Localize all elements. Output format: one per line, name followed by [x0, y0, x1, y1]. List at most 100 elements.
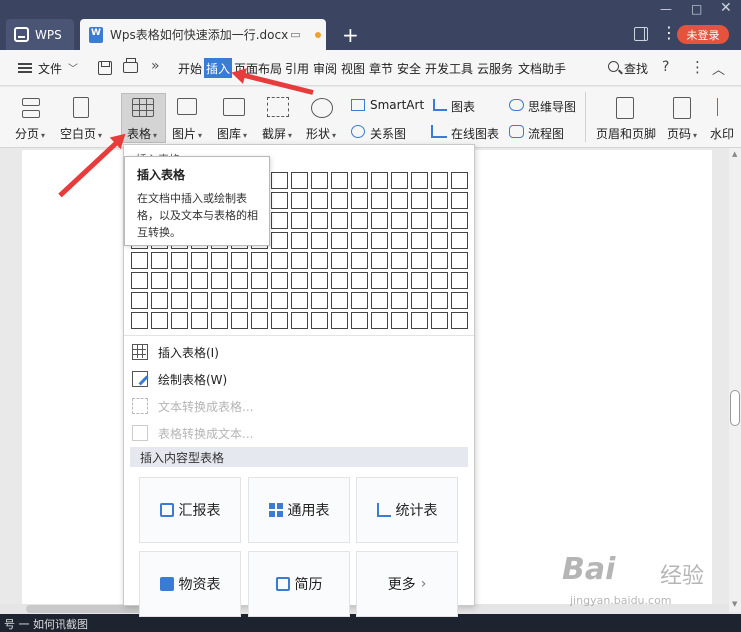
grid-cell[interactable]	[171, 272, 188, 289]
grid-cell[interactable]	[371, 272, 388, 289]
grid-cell[interactable]	[431, 212, 448, 229]
grid-cell[interactable]	[391, 252, 408, 269]
draw-table-item[interactable]: 绘制表格(W)	[132, 367, 467, 391]
grid-cell[interactable]	[251, 292, 268, 309]
grid-cell[interactable]	[231, 272, 248, 289]
grid-cell[interactable]	[311, 252, 328, 269]
grid-cell[interactable]	[231, 252, 248, 269]
grid-cell[interactable]	[151, 252, 168, 269]
grid-cell[interactable]	[451, 312, 468, 329]
tab-doc-assistant[interactable]: 文档助手	[518, 60, 566, 77]
grid-cell[interactable]	[271, 172, 288, 189]
grid-cell[interactable]	[391, 232, 408, 249]
grid-cell[interactable]	[391, 192, 408, 209]
grid-cell[interactable]	[351, 292, 368, 309]
grid-cell[interactable]	[211, 252, 228, 269]
grid-cell[interactable]	[331, 172, 348, 189]
grid-cell[interactable]	[351, 312, 368, 329]
chevron-down-icon[interactable]: ﹀	[68, 60, 78, 75]
minimize-icon[interactable]: —	[660, 2, 672, 16]
grid-cell[interactable]	[371, 232, 388, 249]
grid-cell[interactable]	[131, 272, 148, 289]
grid-cell[interactable]	[431, 312, 448, 329]
tab-view[interactable]: 视图	[341, 60, 365, 77]
grid-cell[interactable]	[371, 292, 388, 309]
save-icon[interactable]	[98, 61, 112, 75]
double-chevron-icon[interactable]: »	[151, 58, 160, 74]
grid-cell[interactable]	[371, 192, 388, 209]
grid-cell[interactable]	[451, 212, 468, 229]
tab-security[interactable]: 安全	[397, 60, 421, 77]
close-icon[interactable]: ✕	[720, 0, 732, 16]
grid-cell[interactable]	[451, 232, 468, 249]
grid-cell[interactable]	[291, 252, 308, 269]
grid-cell[interactable]	[131, 252, 148, 269]
template-card-general[interactable]: 通用表	[248, 477, 350, 543]
grid-cell[interactable]	[411, 172, 428, 189]
grid-cell[interactable]	[331, 272, 348, 289]
more-icon[interactable]: ⋮	[661, 23, 677, 42]
grid-cell[interactable]	[311, 212, 328, 229]
grid-cell[interactable]	[171, 312, 188, 329]
scroll-down-icon[interactable]: ▼	[732, 600, 737, 608]
grid-cell[interactable]	[191, 272, 208, 289]
grid-cell[interactable]	[451, 292, 468, 309]
grid-cell[interactable]	[411, 192, 428, 209]
grid-cell[interactable]	[311, 232, 328, 249]
grid-cell[interactable]	[271, 232, 288, 249]
grid-cell[interactable]	[351, 172, 368, 189]
grid-cell[interactable]	[351, 212, 368, 229]
grid-cell[interactable]	[331, 232, 348, 249]
grid-cell[interactable]	[391, 172, 408, 189]
tab-list-icon[interactable]	[634, 27, 648, 41]
grid-cell[interactable]	[151, 292, 168, 309]
tab-home[interactable]: 开始	[178, 60, 202, 77]
grid-cell[interactable]	[371, 212, 388, 229]
grid-cell[interactable]	[351, 232, 368, 249]
tab-insert[interactable]: 插入	[204, 58, 232, 78]
template-card-more[interactable]: 更多 ›	[356, 551, 458, 617]
grid-cell[interactable]	[311, 272, 328, 289]
grid-cell[interactable]	[211, 272, 228, 289]
tab-references[interactable]: 引用	[285, 60, 309, 77]
grid-cell[interactable]	[211, 292, 228, 309]
grid-cell[interactable]	[191, 252, 208, 269]
search-label[interactable]: 查找	[624, 60, 648, 77]
grid-cell[interactable]	[291, 212, 308, 229]
grid-cell[interactable]	[311, 312, 328, 329]
grid-cell[interactable]	[291, 272, 308, 289]
template-card-supplies[interactable]: 物资表	[139, 551, 241, 617]
vertical-scroll-thumb[interactable]	[730, 390, 740, 426]
grid-cell[interactable]	[231, 312, 248, 329]
grid-cell[interactable]	[271, 292, 288, 309]
grid-cell[interactable]	[331, 212, 348, 229]
grid-cell[interactable]	[271, 192, 288, 209]
grid-cell[interactable]	[411, 252, 428, 269]
grid-cell[interactable]	[251, 312, 268, 329]
collapse-ribbon-icon[interactable]: ︿	[712, 59, 725, 78]
grid-cell[interactable]	[411, 272, 428, 289]
grid-cell[interactable]	[251, 272, 268, 289]
grid-cell[interactable]	[411, 212, 428, 229]
grid-cell[interactable]	[431, 192, 448, 209]
grid-cell[interactable]	[131, 292, 148, 309]
grid-cell[interactable]	[171, 292, 188, 309]
grid-cell[interactable]	[391, 212, 408, 229]
grid-cell[interactable]	[351, 272, 368, 289]
grid-cell[interactable]	[451, 252, 468, 269]
tab-cloud[interactable]: 云服务	[477, 60, 513, 77]
file-menu[interactable]: 文件	[38, 60, 62, 77]
grid-cell[interactable]	[291, 192, 308, 209]
hamburger-icon[interactable]	[18, 63, 32, 73]
template-card-resume[interactable]: 简历	[248, 551, 350, 617]
grid-cell[interactable]	[411, 292, 428, 309]
grid-cell[interactable]	[451, 192, 468, 209]
tab-review[interactable]: 审阅	[313, 60, 337, 77]
grid-cell[interactable]	[311, 192, 328, 209]
vertical-scrollbar[interactable]	[729, 148, 741, 612]
grid-cell[interactable]	[371, 312, 388, 329]
grid-cell[interactable]	[391, 272, 408, 289]
grid-cell[interactable]	[351, 192, 368, 209]
grid-cell[interactable]	[151, 312, 168, 329]
login-button[interactable]: 未登录	[677, 25, 729, 44]
